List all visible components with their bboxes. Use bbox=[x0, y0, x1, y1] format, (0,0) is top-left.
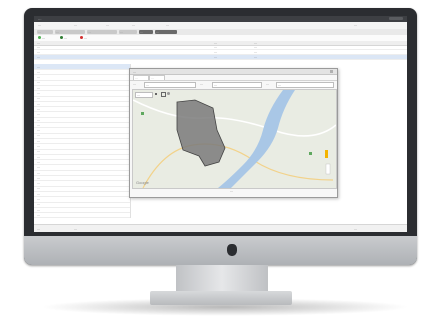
left-list: …………………………………………………………………………… bbox=[34, 64, 131, 219]
table-row[interactable]: … … … bbox=[34, 55, 407, 60]
map-marker-icon[interactable] bbox=[309, 152, 312, 155]
list-item-label: … bbox=[37, 85, 41, 90]
toolbar-button-2-label: … bbox=[64, 35, 68, 40]
dialog-tabs: … … bbox=[130, 74, 337, 81]
dialog-title: … bbox=[133, 69, 137, 74]
list-item-label: … bbox=[37, 133, 41, 138]
status-bar: … … … bbox=[34, 224, 407, 232]
edit-dialog: … … … … … … … … … Google … … bbox=[129, 68, 338, 198]
status-right: … bbox=[354, 227, 358, 231]
menu-item-5[interactable]: … bbox=[166, 23, 169, 27]
map-attribution-logo: Google bbox=[136, 180, 150, 185]
tab-6[interactable]: … bbox=[155, 30, 177, 34]
hand-tool-icon[interactable] bbox=[167, 92, 170, 95]
field-input-2[interactable]: … bbox=[212, 82, 262, 88]
chevron-down-icon bbox=[155, 93, 157, 95]
list-item-label: … bbox=[37, 181, 41, 186]
toolbar-button-1-label: … bbox=[42, 35, 46, 40]
tab-3[interactable]: … bbox=[87, 30, 117, 34]
list-item-label: … bbox=[37, 101, 41, 106]
map-type-select[interactable]: … bbox=[135, 92, 153, 98]
field-input-3[interactable]: … bbox=[276, 82, 334, 88]
list-item-label: … bbox=[37, 138, 41, 143]
field-label-3: … bbox=[266, 82, 270, 86]
map-view[interactable]: Google … bbox=[132, 89, 337, 189]
logo-icon bbox=[227, 244, 237, 256]
list-item-label: … bbox=[37, 122, 41, 127]
toolbar-button-3[interactable]: … bbox=[80, 36, 100, 40]
close-icon[interactable] bbox=[330, 70, 333, 73]
list-item-label: … bbox=[37, 197, 41, 201]
list-item-label: … bbox=[37, 202, 41, 207]
window-title: … bbox=[38, 16, 42, 21]
list-item-label: … bbox=[37, 75, 41, 80]
field-label-1: … bbox=[133, 82, 137, 86]
tab-4[interactable]: … bbox=[119, 30, 137, 34]
map-marker-icon[interactable] bbox=[141, 112, 144, 115]
user-info: … bbox=[354, 23, 358, 28]
zoom-control-icon[interactable] bbox=[325, 163, 331, 175]
map-canvas[interactable]: Google bbox=[133, 90, 336, 188]
list-item-label: … bbox=[37, 91, 41, 95]
menu-item-1[interactable]: … bbox=[38, 23, 41, 27]
toolbar-button-2[interactable]: … bbox=[60, 36, 78, 40]
list-item-label: … bbox=[37, 191, 41, 196]
tab-1[interactable]: … bbox=[37, 30, 53, 34]
field-label-2: … bbox=[200, 82, 204, 86]
list-item-label: … bbox=[37, 207, 41, 212]
list-item-label: … bbox=[37, 165, 41, 170]
toolbar-button-1[interactable]: … bbox=[38, 36, 58, 40]
dialog-tab-2[interactable]: … bbox=[149, 75, 165, 80]
list-item-label: … bbox=[37, 96, 41, 101]
list-item-label: … bbox=[37, 186, 41, 191]
list-item-label: … bbox=[37, 154, 41, 159]
map-background bbox=[133, 90, 336, 188]
delete-icon bbox=[80, 36, 83, 40]
map-footer-text: … bbox=[230, 189, 234, 193]
window-controls-icon[interactable] bbox=[389, 17, 403, 20]
monitor-stand-base bbox=[150, 291, 292, 305]
list-item-label: … bbox=[37, 112, 41, 117]
list-item-label: … bbox=[37, 170, 41, 175]
menu-item-2[interactable]: … bbox=[74, 23, 77, 27]
list-item-label: … bbox=[37, 64, 41, 69]
status-left: … bbox=[37, 227, 41, 231]
app-screen: … … … … … … … … … … … … … … … … … … … … … bbox=[34, 16, 407, 232]
tab-2[interactable]: … bbox=[55, 30, 85, 34]
tab-5[interactable]: … bbox=[139, 30, 153, 34]
list-item-label: … bbox=[37, 128, 41, 133]
menu-item-4[interactable]: … bbox=[132, 23, 135, 27]
list-item-label: … bbox=[37, 175, 41, 180]
list-item-label: … bbox=[37, 212, 41, 217]
list-item-label: … bbox=[37, 149, 41, 154]
list-item-label: … bbox=[37, 69, 41, 74]
map-footer: … bbox=[130, 188, 337, 196]
pagination[interactable]: … bbox=[74, 227, 77, 231]
edit-icon bbox=[60, 36, 63, 40]
field-input-1[interactable]: … bbox=[144, 82, 196, 88]
pegman-icon[interactable] bbox=[325, 150, 328, 158]
list-item-label: … bbox=[37, 106, 41, 111]
list-item-label: … bbox=[37, 80, 41, 85]
dialog-tab-1[interactable]: … bbox=[133, 75, 149, 80]
list-item[interactable]: … bbox=[34, 212, 130, 219]
list-item-label: … bbox=[37, 144, 41, 148]
data-table: … … … … … … … … … bbox=[34, 45, 407, 63]
list-item-label: … bbox=[37, 117, 41, 122]
list-item-label: … bbox=[37, 159, 41, 164]
monitor-chin bbox=[24, 236, 417, 265]
toolbar-button-3-label: … bbox=[84, 35, 88, 40]
add-icon bbox=[38, 36, 41, 40]
polygon-tool-icon[interactable] bbox=[161, 92, 166, 97]
menu-item-3[interactable]: … bbox=[106, 23, 109, 27]
